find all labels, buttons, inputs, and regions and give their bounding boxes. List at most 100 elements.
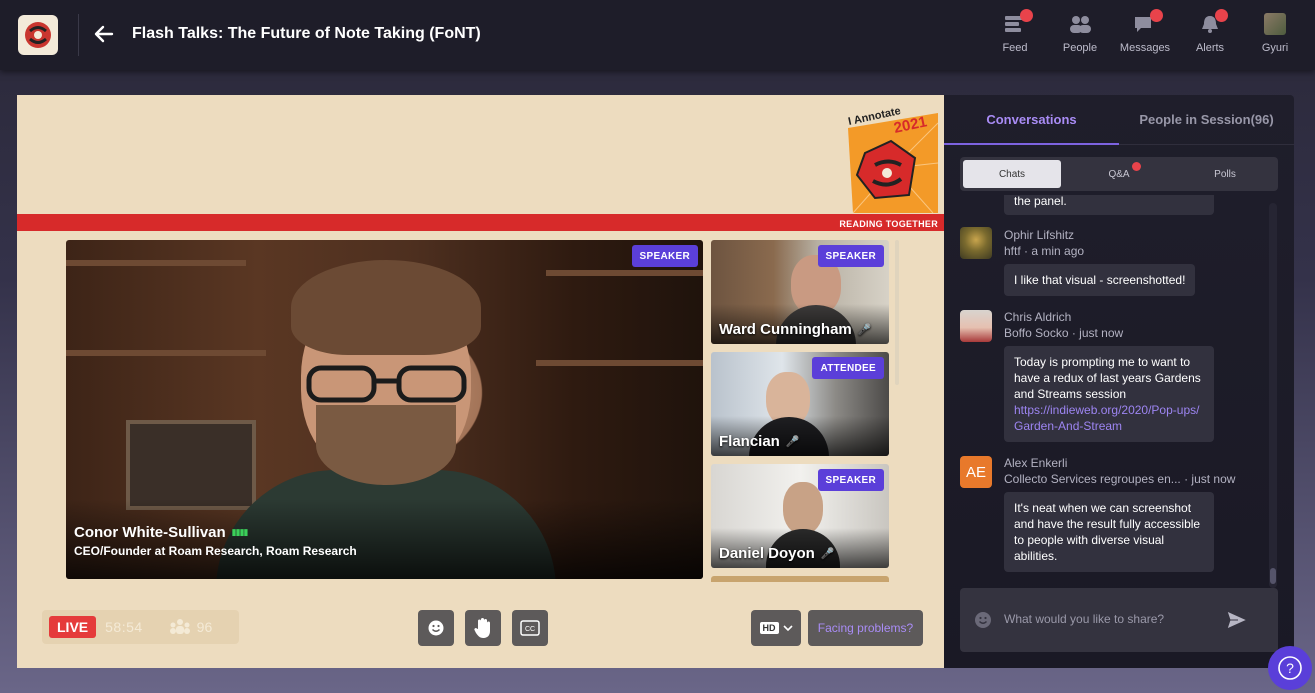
back-button[interactable] [92, 22, 116, 46]
message-bubble: It's neat when we can screenshot and hav… [1004, 492, 1214, 572]
nav-label: Gyuri [1261, 42, 1289, 54]
message-text: I like that visual - screenshotted! [1014, 273, 1186, 287]
tab-people-in-session[interactable]: People in Session(96) [1119, 95, 1294, 145]
shelf [546, 270, 703, 276]
user-avatar [1264, 13, 1286, 35]
avatar[interactable]: AE [960, 456, 992, 488]
message-meta: hftf · a min ago [1004, 244, 1085, 258]
raise-hand-button[interactable] [465, 610, 501, 646]
shelf [536, 360, 703, 366]
banner-stripe [17, 214, 944, 231]
nav-label: Alerts [1195, 42, 1225, 54]
chat-input[interactable] [1004, 606, 1214, 632]
top-bar: Flash Talks: The Future of Note Taking (… [0, 0, 1315, 70]
live-badge: LIVE [49, 616, 97, 638]
app-logo[interactable] [18, 15, 58, 55]
banner-tagline: READING TOGETHER [839, 219, 938, 229]
help-button[interactable]: ? [1268, 646, 1312, 690]
people-icon [1070, 16, 1091, 33]
nav-feed[interactable]: Feed [985, 9, 1045, 62]
audio-level-icon: ▮▮▮▮ [231, 527, 249, 537]
help-icon: ? [1278, 656, 1302, 680]
people-icon [169, 619, 190, 634]
mic-off-icon: 🎤 [820, 548, 835, 560]
message-bubble: the panel. [1004, 195, 1214, 215]
glasses [306, 365, 467, 403]
participant-name-row: Flancian 🎤 [719, 433, 800, 450]
participant-tile[interactable]: ATTENDEE Flancian 🎤 [711, 352, 889, 456]
person-beard [316, 405, 456, 485]
segment-chats[interactable]: Chats [963, 160, 1061, 188]
main-speaker-name-row: Conor White-Sullivan ▮▮▮▮ [74, 524, 249, 541]
message-author[interactable]: Ophir Lifshitz [1004, 228, 1074, 242]
mic-off-icon: 🎤 [857, 324, 872, 336]
message-author[interactable]: Alex Enkerli [1004, 456, 1067, 470]
speaker-badge: SPEAKER [631, 245, 698, 267]
send-icon[interactable] [1226, 610, 1248, 630]
attendee-badge: ATTENDEE [812, 357, 884, 379]
message-link[interactable]: https://indieweb.org/2020/Pop-ups/Garden… [1014, 402, 1204, 434]
notification-dot [1150, 9, 1163, 22]
nav-label: People [1062, 42, 1098, 54]
svg-text:?: ? [1286, 660, 1294, 676]
shelf [66, 260, 246, 266]
avatar[interactable] [960, 227, 992, 259]
quality-selector[interactable]: HD [751, 610, 801, 646]
hd-label: HD [759, 622, 779, 634]
smiley-icon [428, 620, 444, 636]
message-meta: Boffo Socko · just now [1004, 326, 1124, 340]
stage: READING TOGETHER I Annotate 2021 SPEAKER [17, 95, 944, 668]
tiles-scrollbar[interactable] [895, 240, 899, 385]
facing-problems-button[interactable]: Facing problems? [808, 610, 923, 646]
message-text: the panel. [1014, 195, 1067, 208]
participant-name-row: Ward Cunningham 🎤 [719, 321, 871, 338]
compose-box [960, 588, 1278, 652]
person-head [783, 482, 823, 534]
message-meta: Collecto Services regroupes en... · just… [1004, 472, 1236, 486]
message-author[interactable]: Chris Aldrich [1004, 310, 1071, 324]
chat-scrollbar[interactable] [1269, 203, 1277, 588]
segment-qa[interactable]: Q&A [1070, 160, 1168, 188]
i-annotate-logo: I Annotate 2021 [847, 105, 938, 213]
speaker-badge: SPEAKER [817, 469, 884, 491]
chat-scrollbar-thumb[interactable] [1270, 568, 1276, 584]
closed-captions-icon: CC [520, 620, 540, 636]
message-bubble: I like that visual - screenshotted! [1004, 264, 1196, 296]
participant-tile[interactable]: SPEAKER Ward Cunningham 🎤 [711, 240, 889, 344]
mic-off-icon: 🎤 [785, 436, 800, 448]
sidebar: Conversations People in Session(96) Chat… [944, 95, 1294, 668]
main-speaker-name: Conor White-Sullivan [74, 524, 226, 541]
nav-messages[interactable]: Messages [1115, 9, 1175, 62]
nav-people[interactable]: People [1050, 12, 1110, 62]
message-bubble: Today is prompting me to want to have a … [1004, 346, 1214, 442]
notification-dot [1215, 9, 1228, 22]
chat-list[interactable]: the panel. Ophir Lifshitz hftf · a min a… [944, 195, 1294, 580]
live-status: LIVE 58:54 96 [42, 610, 239, 644]
shelf [66, 350, 266, 356]
segment-polls[interactable]: Polls [1176, 160, 1274, 188]
speaker-badge: SPEAKER [817, 245, 884, 267]
avatar[interactable] [960, 310, 992, 342]
nav-profile[interactable]: Gyuri [1245, 12, 1305, 62]
captions-button[interactable]: CC [512, 610, 548, 646]
hand-icon [474, 618, 490, 638]
picture-frame [126, 420, 256, 510]
tab-conversations[interactable]: Conversations [944, 95, 1119, 145]
participant-tile-peek[interactable] [711, 576, 889, 582]
emoji-icon[interactable] [974, 611, 992, 629]
nav-label: Feed [1002, 42, 1028, 54]
elapsed-time: 58:54 [105, 619, 143, 635]
notification-dot [1132, 162, 1141, 171]
person-hair [291, 260, 481, 355]
notification-dot [1020, 9, 1033, 22]
main-speaker-video[interactable]: SPEAKER Conor White-Sullivan ▮▮▮▮ CEO/Fo… [66, 240, 703, 579]
annotate-logo-icon [25, 22, 51, 48]
event-title: Flash Talks: The Future of Note Taking (… [132, 25, 481, 42]
chat-segment-control: Chats Q&A Polls [960, 157, 1278, 191]
main-speaker-role: CEO/Founder at Roam Research, Roam Resea… [74, 544, 357, 558]
divider [78, 14, 79, 56]
participant-tile[interactable]: SPEAKER Daniel Doyon 🎤 [711, 464, 889, 568]
nav-alerts[interactable]: Alerts [1180, 9, 1240, 62]
arrow-left-icon [94, 25, 114, 43]
emoji-button[interactable] [418, 610, 454, 646]
